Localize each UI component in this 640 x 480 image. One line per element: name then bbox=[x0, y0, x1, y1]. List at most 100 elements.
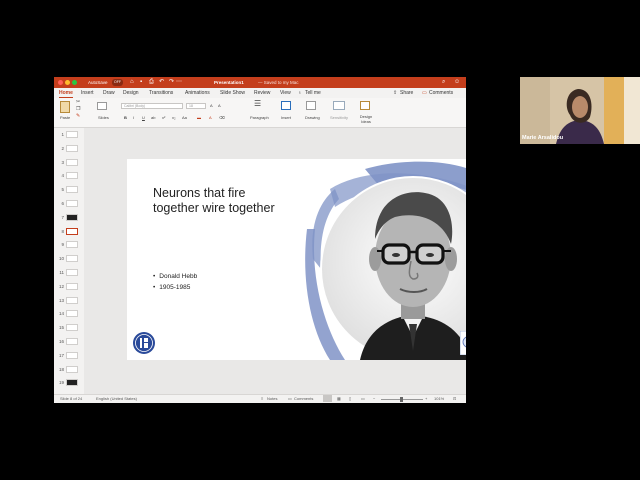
paragraph-icon[interactable]: ☰ bbox=[254, 100, 261, 108]
powerpoint-window: AutoSave OFF ⌂ ▪ ⎙ ↶ ↷ ⋯ Presentation1 —… bbox=[54, 77, 466, 403]
zoom-slider-thumb[interactable] bbox=[400, 397, 403, 402]
text-effects-icon[interactable]: Aa bbox=[182, 115, 187, 120]
tab-slide-show[interactable]: Slide Show bbox=[220, 89, 245, 97]
zoom-level[interactable]: 101% bbox=[434, 396, 444, 402]
slide-thumbnail[interactable]: 10 bbox=[54, 255, 84, 265]
donald-hebb-portrait bbox=[305, 161, 466, 360]
bold-icon[interactable]: B bbox=[124, 115, 127, 120]
new-slide-icon[interactable] bbox=[97, 102, 107, 110]
strikethrough-icon[interactable]: ab bbox=[151, 115, 155, 120]
slide-thumbnail[interactable]: 2 bbox=[54, 144, 84, 155]
subscript-icon[interactable]: x₂ bbox=[172, 115, 176, 120]
italic-icon[interactable]: I bbox=[133, 115, 134, 120]
tab-draw[interactable]: Draw bbox=[103, 89, 115, 97]
font-size-field[interactable]: 18 bbox=[186, 103, 206, 109]
tab-design[interactable]: Design bbox=[123, 89, 139, 97]
font-color-icon[interactable]: A bbox=[209, 115, 212, 120]
slide-bullet-list[interactable]: Donald Hebb 1905-1985 bbox=[153, 271, 197, 293]
slides-label: Slides bbox=[98, 115, 109, 120]
save-icon[interactable]: ▪ bbox=[140, 79, 142, 86]
maximize-window-button[interactable] bbox=[72, 80, 77, 85]
cut-icon[interactable]: ✂ bbox=[76, 100, 80, 105]
slide-thumbnail[interactable]: 14 bbox=[54, 310, 84, 320]
slide-thumbnail[interactable]: 6 bbox=[54, 200, 84, 210]
tab-tell-me[interactable]: Tell me bbox=[305, 89, 321, 97]
slide-title[interactable]: Neurons that fire together wire together bbox=[153, 186, 313, 216]
slideshow-view-icon[interactable]: ▭ bbox=[361, 396, 365, 402]
slide-thumbnail[interactable]: 15 bbox=[54, 324, 84, 334]
notes-button[interactable]: Notes bbox=[267, 396, 277, 402]
clear-format-icon[interactable]: ⌫ bbox=[219, 115, 225, 120]
tab-insert[interactable]: Insert bbox=[81, 89, 94, 97]
slide-thumbnail-number: 13 bbox=[58, 297, 64, 303]
slide-thumbnail-number: 18 bbox=[58, 366, 64, 372]
tab-view[interactable]: View bbox=[280, 89, 291, 97]
status-comments-button[interactable]: Comments bbox=[294, 396, 313, 402]
slide-thumbnail[interactable]: 5 bbox=[54, 186, 84, 196]
tab-transitions[interactable]: Transitions bbox=[149, 89, 173, 97]
slide-thumbnail[interactable]: 11 bbox=[54, 269, 84, 279]
slide-thumbnail[interactable]: 17 bbox=[54, 351, 84, 362]
tab-animations[interactable]: Animations bbox=[185, 89, 210, 97]
underline-icon[interactable]: U bbox=[142, 115, 145, 120]
highlight-icon[interactable]: ▬ bbox=[197, 115, 201, 120]
slide-thumbnail[interactable]: 3 bbox=[54, 158, 84, 169]
copy-icon[interactable]: ❐ bbox=[76, 107, 80, 112]
webcam-video-tile: Marie Arsalidou bbox=[520, 77, 640, 144]
home-icon[interactable]: ⌂ bbox=[130, 79, 134, 86]
current-slide[interactable]: Neurons that fire together wire together… bbox=[127, 159, 466, 360]
tab-home[interactable]: Home bbox=[59, 89, 73, 98]
more-icon[interactable]: ⋯ bbox=[176, 79, 182, 86]
autosave-toggle[interactable]: OFF bbox=[112, 79, 123, 86]
ribbon-tabs: Home Insert Draw Design Transitions Anim… bbox=[54, 88, 466, 98]
university-logo bbox=[133, 332, 155, 354]
decrease-font-icon[interactable]: A bbox=[218, 103, 221, 108]
slide-thumbnail[interactable]: 13 bbox=[54, 296, 84, 307]
ribbon-home: Paste ✂ ❐ ✎ Slides Calibri (Body) 18 A A… bbox=[54, 98, 466, 128]
slide-thumbnail[interactable]: 1 bbox=[54, 131, 84, 141]
tab-review[interactable]: Review bbox=[254, 89, 270, 97]
slide-thumbnail-preview bbox=[66, 338, 78, 345]
close-window-button[interactable] bbox=[58, 80, 63, 85]
search-icon[interactable]: ⌕ bbox=[442, 79, 445, 86]
slide-thumbnail-preview bbox=[66, 200, 78, 207]
language-status[interactable]: English (United States) bbox=[96, 396, 137, 402]
slide-sorter-icon[interactable]: ▦ bbox=[337, 396, 341, 402]
slide-thumbnail[interactable]: 16 bbox=[54, 338, 84, 348]
slide-thumbnail[interactable]: 12 bbox=[54, 282, 84, 293]
slide-thumbnail[interactable]: 7 bbox=[54, 213, 84, 224]
reading-view-icon[interactable]: ▯ bbox=[349, 396, 351, 402]
normal-view-icon[interactable] bbox=[323, 395, 332, 402]
slide-thumbnail-number: 5 bbox=[61, 187, 64, 193]
insert-shapes-icon[interactable] bbox=[281, 101, 291, 110]
font-name-field[interactable]: Calibri (Body) bbox=[121, 103, 183, 109]
design-ideas-icon[interactable] bbox=[360, 101, 370, 110]
superscript-icon[interactable]: x² bbox=[162, 115, 165, 120]
redo-icon[interactable]: ↷ bbox=[169, 79, 174, 86]
brain-logo bbox=[460, 331, 466, 355]
paste-label: Paste bbox=[60, 115, 71, 120]
sensitivity-icon[interactable] bbox=[333, 101, 345, 110]
zoom-out-icon[interactable]: − bbox=[373, 396, 375, 402]
slide-thumbnail-number: 1 bbox=[61, 132, 64, 137]
zoom-slider[interactable] bbox=[381, 397, 423, 402]
fit-slide-icon[interactable]: ⊡ bbox=[453, 396, 456, 402]
undo-icon[interactable]: ↶ bbox=[159, 79, 164, 86]
slide-thumbnail[interactable]: 4 bbox=[54, 172, 84, 182]
account-icon[interactable]: ☺ bbox=[454, 79, 460, 86]
drawing-icon[interactable] bbox=[306, 101, 316, 110]
increase-font-icon[interactable]: A bbox=[210, 103, 213, 108]
slide-thumbnail-number: 7 bbox=[61, 214, 64, 220]
paste-icon[interactable] bbox=[60, 101, 70, 113]
format-painter-icon[interactable]: ✎ bbox=[76, 114, 80, 119]
minimize-window-button[interactable] bbox=[65, 80, 70, 85]
slide-thumbnail[interactable]: 18 bbox=[54, 365, 84, 376]
comments-button[interactable]: Comments bbox=[429, 89, 453, 97]
slide-thumbnail[interactable]: 19 bbox=[54, 379, 84, 389]
zoom-in-icon[interactable]: + bbox=[425, 396, 427, 402]
slide-thumbnail-preview bbox=[66, 227, 78, 235]
slide-thumbnail[interactable]: 8 bbox=[54, 227, 84, 238]
slide-thumbnail[interactable]: 9 bbox=[54, 241, 84, 251]
print-icon[interactable]: ⎙ bbox=[149, 79, 154, 86]
share-button[interactable]: Share bbox=[400, 89, 413, 97]
